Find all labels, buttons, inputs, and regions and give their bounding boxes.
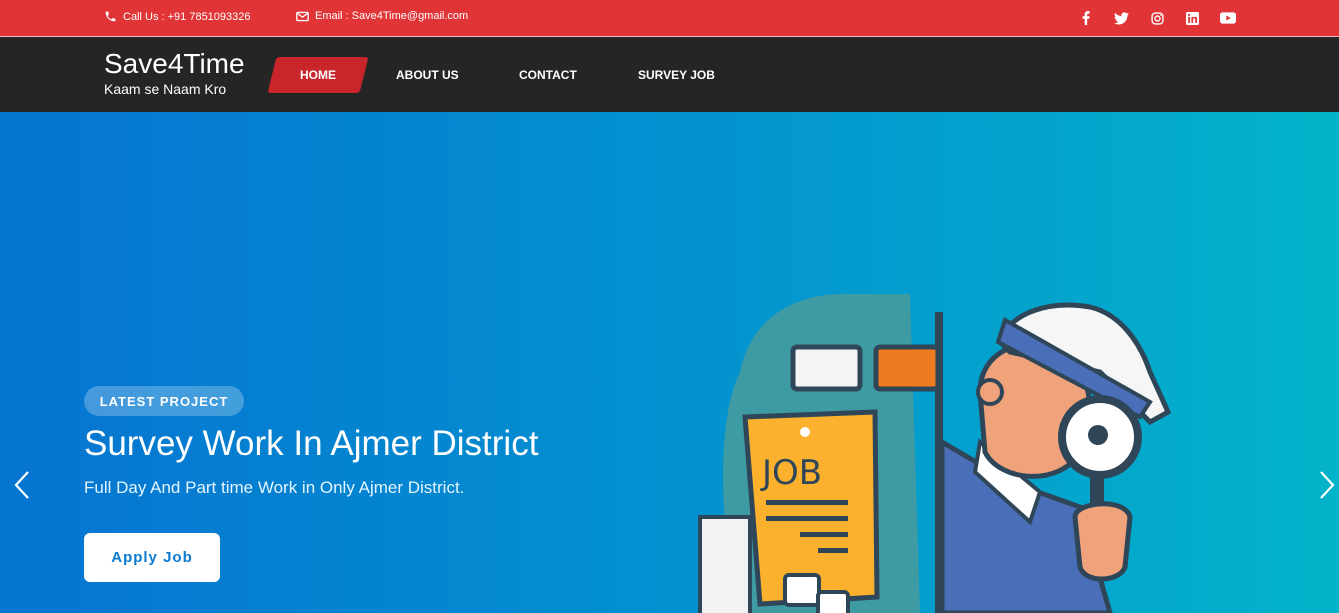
call-label: Call Us : +91 7851093326 (123, 10, 251, 23)
linkedin-icon[interactable] (1184, 10, 1200, 26)
email-label: Email : Save4Time@gmail.com (315, 10, 469, 22)
brand-logo[interactable]: Save4Time Kaam se Naam Kro (104, 48, 245, 98)
facebook-icon[interactable] (1078, 10, 1094, 26)
latest-project-badge: LATEST PROJECT (84, 386, 244, 416)
phone-icon (105, 11, 116, 22)
job-text: JOB (760, 453, 822, 493)
email-info[interactable]: Email : Save4Time@gmail.com (296, 10, 468, 22)
brand-name: Save4Time (104, 48, 245, 79)
youtube-icon[interactable] (1220, 10, 1236, 26)
nav-about-us[interactable]: ABOUT US (396, 68, 459, 82)
nav-home-label: HOME (300, 68, 336, 82)
slider-prev-arrow[interactable] (10, 468, 34, 502)
nav-survey-job[interactable]: SURVEY JOB (638, 68, 715, 82)
apply-job-button[interactable]: Apply Job (84, 533, 220, 582)
slider-next-arrow[interactable] (1315, 468, 1339, 502)
nav-contact[interactable]: CONTACT (519, 68, 577, 82)
twitter-icon[interactable] (1113, 10, 1129, 26)
instagram-icon[interactable] (1149, 10, 1165, 26)
hero-title: Survey Work In Ajmer District (84, 424, 539, 463)
hero-subtitle: Full Day And Part time Work in Only Ajme… (84, 478, 465, 497)
nav-home[interactable]: HOME (267, 57, 369, 93)
call-info[interactable]: Call Us : +91 7851093326 (104, 10, 251, 23)
detective-job-illustration: JOB (698, 293, 1172, 613)
brand-tagline: Kaam se Naam Kro (104, 81, 227, 97)
top-bar: Call Us : +91 7851093326 Email : Save4Ti… (0, 0, 1339, 37)
hero-slider: LATEST PROJECT Survey Work In Ajmer Dist… (0, 112, 1339, 613)
envelope-icon (296, 11, 309, 21)
main-navbar: Save4Time Kaam se Naam Kro HOME ABOUT US… (0, 37, 1339, 112)
